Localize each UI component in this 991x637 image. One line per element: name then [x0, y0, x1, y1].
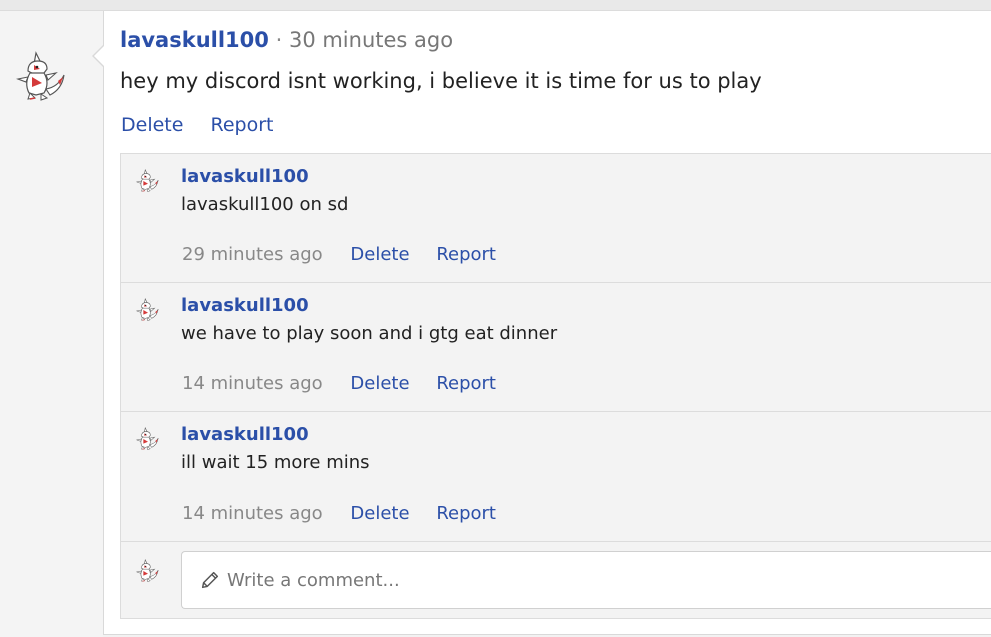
- comment-timestamp: 14 minutes ago: [182, 503, 323, 524]
- post-timestamp: 30 minutes ago: [288, 28, 454, 52]
- zangoose-avatar-icon[interactable]: [135, 297, 161, 323]
- post-body: hey my discord isnt working, i believe i…: [120, 69, 762, 93]
- post-delete-link[interactable]: Delete: [121, 114, 183, 136]
- post-card: lavaskull100 · 30 minutes ago hey my dis…: [92, 11, 991, 635]
- comment-username-link[interactable]: lavaskull100: [181, 295, 309, 316]
- separator: ·: [275, 28, 283, 52]
- comment-timestamp: 14 minutes ago: [182, 373, 323, 394]
- comment-text: ill wait 15 more mins: [181, 452, 370, 473]
- comment-item: lavaskull100 we have to play soon and i …: [121, 283, 991, 412]
- post-report-link[interactable]: Report: [210, 114, 273, 136]
- comment-item: lavaskull100 ill wait 15 more mins 14 mi…: [121, 412, 991, 542]
- comment-report-link[interactable]: Report: [436, 503, 496, 524]
- comment-timestamp: 29 minutes ago: [182, 244, 323, 265]
- comments-section: lavaskull100 lavaskull100 on sd 29 minut…: [120, 153, 991, 619]
- comment-meta: 29 minutes ago Delete Report: [182, 244, 517, 265]
- post-actions: Delete Report: [121, 114, 294, 136]
- comment-username-link[interactable]: lavaskull100: [181, 424, 309, 445]
- zangoose-avatar-icon[interactable]: [135, 168, 161, 194]
- comment-meta: 14 minutes ago Delete Report: [182, 373, 517, 394]
- post-username-link[interactable]: lavaskull100: [120, 28, 269, 52]
- post-header: lavaskull100 · 30 minutes ago: [120, 28, 453, 52]
- pencil-icon: [201, 571, 219, 589]
- comment-delete-link[interactable]: Delete: [350, 373, 409, 394]
- comment-item: lavaskull100 lavaskull100 on sd 29 minut…: [121, 154, 991, 283]
- comment-text: lavaskull100 on sd: [181, 194, 349, 215]
- zangoose-avatar-icon[interactable]: [14, 49, 70, 105]
- comment-input[interactable]: [181, 551, 991, 609]
- comment-username-link[interactable]: lavaskull100: [181, 166, 309, 187]
- comment-delete-link[interactable]: Delete: [350, 244, 409, 265]
- avatar-column: [0, 11, 103, 637]
- comment-report-link[interactable]: Report: [436, 244, 496, 265]
- new-comment-row: [121, 542, 991, 619]
- comment-delete-link[interactable]: Delete: [350, 503, 409, 524]
- comment-report-link[interactable]: Report: [436, 373, 496, 394]
- comment-meta: 14 minutes ago Delete Report: [182, 503, 517, 524]
- post-pointer-inner: [94, 45, 105, 67]
- zangoose-avatar-icon[interactable]: [135, 558, 161, 584]
- comment-text: we have to play soon and i gtg eat dinne…: [181, 323, 558, 344]
- top-strip: [0, 0, 991, 11]
- zangoose-avatar-icon[interactable]: [135, 426, 161, 452]
